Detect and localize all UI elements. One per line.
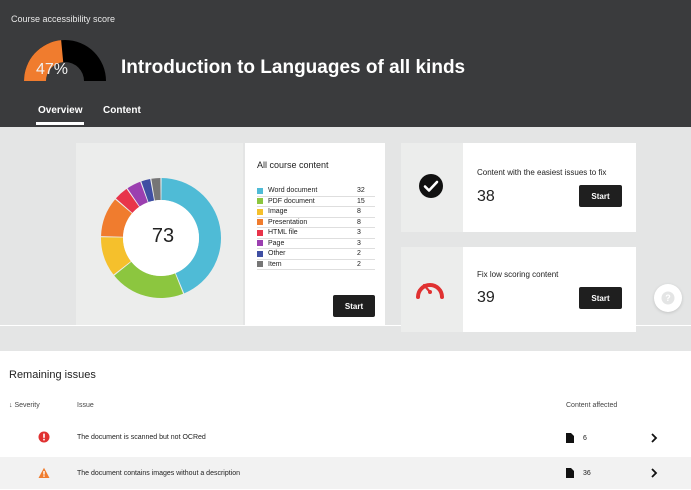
table-row[interactable]: The document contains images without a d…	[0, 457, 691, 489]
legend-count: 8	[357, 218, 361, 226]
legend-item: Presentation 8	[257, 218, 375, 228]
legend-label: Word document	[268, 187, 318, 195]
legend-swatch	[257, 198, 263, 205]
legend-swatch	[257, 240, 263, 247]
legend-item: HTML file 3	[257, 228, 375, 239]
legend-swatch	[257, 187, 263, 194]
issue-column-header: Issue	[77, 402, 94, 409]
course-title: Introduction to Languages of all kinds	[121, 57, 466, 78]
legend-swatch	[257, 250, 263, 257]
low-score-title: Fix low scoring content	[477, 270, 559, 279]
legend-label: Presentation	[268, 218, 308, 226]
score-percent: 47%	[36, 61, 69, 78]
content-affected-column-header: Content affected	[566, 402, 618, 409]
chevron-right-icon[interactable]	[650, 468, 658, 478]
severity-column-header[interactable]: ↓ Severity	[9, 402, 40, 409]
legend-count: 3	[357, 229, 361, 237]
svg-text:?: ?	[665, 293, 671, 303]
document-icon	[566, 468, 574, 478]
check-circle-icon	[419, 174, 443, 198]
issue-text: The document contains images without a d…	[77, 470, 241, 477]
help-button[interactable]: ?	[654, 284, 682, 312]
course-header: Course accessibility score 47% Introduct…	[0, 0, 691, 127]
table-row[interactable]: The document is scanned but not OCRed 6	[0, 422, 691, 454]
easiest-issues-count: 38	[477, 188, 495, 205]
content-start-button[interactable]: Start	[333, 295, 375, 317]
legend-item: Other 2	[257, 249, 375, 260]
low-score-count: 39	[477, 289, 495, 306]
accessibility-score-label: Course accessibility score	[11, 14, 116, 24]
tab-overview[interactable]: Overview	[35, 105, 85, 125]
legend-item: Page 3	[257, 239, 375, 249]
affected-count: 36	[583, 470, 591, 477]
error-circle-icon	[38, 431, 50, 443]
legend-item: Item 2	[257, 260, 375, 270]
easiest-start-button[interactable]: Start	[579, 185, 622, 207]
legend-label: Other	[268, 250, 286, 258]
warning-triangle-icon	[38, 467, 50, 478]
legend-label: PDF document	[268, 197, 315, 205]
content-total: 73	[151, 225, 175, 247]
easiest-issues-title: Content with the easiest issues to fix	[477, 168, 607, 177]
document-icon	[566, 433, 574, 443]
chevron-right-icon[interactable]	[650, 433, 658, 443]
legend-count: 2	[357, 260, 361, 268]
content-legend: Word document 32 PDF document 15 Image 8 Prese…	[257, 186, 375, 270]
legend-label: HTML file	[268, 229, 298, 237]
affected-count: 6	[583, 435, 587, 442]
legend-count: 8	[357, 208, 361, 216]
legend-swatch	[257, 208, 263, 215]
legend-swatch	[257, 261, 263, 268]
easiest-icon-box	[401, 143, 463, 232]
legend-swatch	[257, 229, 263, 236]
low-score-start-button[interactable]: Start	[579, 287, 622, 309]
legend-count: 2	[357, 250, 361, 258]
legend-item: Image 8	[257, 207, 375, 218]
question-icon: ?	[661, 291, 675, 305]
legend-count: 3	[357, 239, 361, 247]
legend-count: 15	[357, 197, 365, 205]
legend-label: Page	[268, 239, 285, 247]
legend-swatch	[257, 219, 263, 226]
issue-text: The document is scanned but not OCRed	[77, 434, 206, 441]
speedometer-icon	[416, 283, 444, 299]
legend-item: Word document 32	[257, 186, 375, 197]
all-content-title: All course content	[257, 160, 329, 170]
legend-item: PDF document 15	[257, 197, 375, 207]
legend-count: 32	[357, 187, 365, 195]
legend-label: Item	[268, 260, 282, 268]
tab-content[interactable]: Content	[103, 105, 141, 116]
remaining-issues-title: Remaining issues	[9, 369, 96, 381]
low-score-icon-box	[401, 247, 463, 332]
legend-label: Image	[268, 208, 288, 216]
